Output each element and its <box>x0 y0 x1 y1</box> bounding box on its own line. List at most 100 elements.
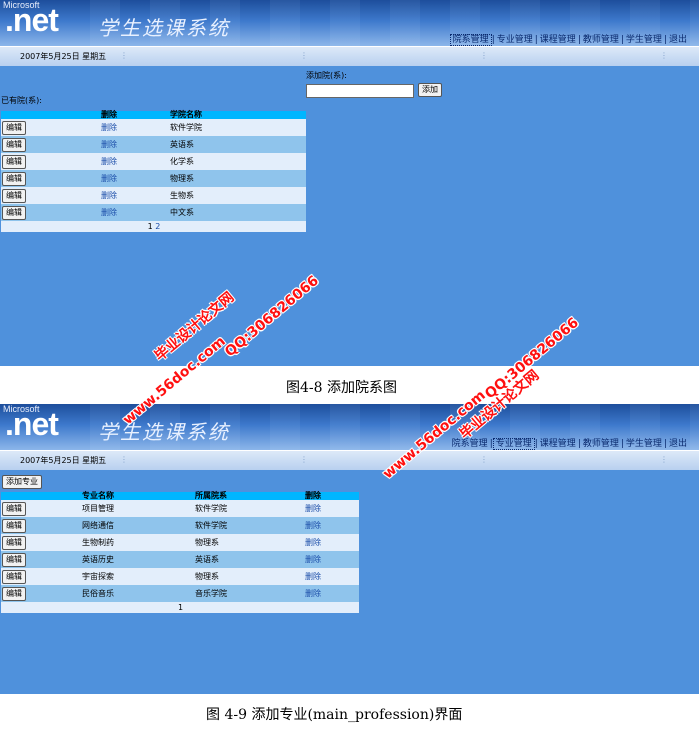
department-name: 物理系 <box>194 568 304 585</box>
department-name: 英语系 <box>169 136 306 153</box>
app-title: 学生选课系统 <box>98 16 230 40</box>
delete-link[interactable]: 删除 <box>305 555 321 564</box>
table-row: 编辑 删除 物理系 <box>1 170 306 187</box>
dotnet-logo: .net <box>5 406 59 442</box>
header-department: 所属院系 <box>194 492 304 500</box>
app-header: Microsoft .net 学生选课系统 院系管理 | 专业管理 | 课程管理 | 教师管… <box>0 404 699 450</box>
table-row: 编辑 网络通信 软件学院 删除 <box>1 517 359 534</box>
add-profession-button[interactable]: 添加专业 <box>2 475 42 489</box>
department-name: 生物系 <box>169 187 306 204</box>
delete-link[interactable]: 删除 <box>101 191 117 200</box>
header-edit <box>1 492 81 500</box>
nav-course[interactable]: 课程管理 <box>538 35 578 45</box>
add-department-button[interactable]: 添加 <box>418 83 442 97</box>
delete-link[interactable]: 删除 <box>305 504 321 513</box>
department-name-input[interactable] <box>306 84 414 98</box>
nav-profession[interactable]: 专业管理 <box>492 438 535 450</box>
header-delete: 删除 <box>304 492 359 500</box>
delete-link[interactable]: 删除 <box>101 140 117 149</box>
nav-department[interactable]: 院系管理 <box>450 439 490 449</box>
page-2-link[interactable]: 2 <box>155 222 160 231</box>
table-row: 编辑 删除 英语系 <box>1 136 306 153</box>
edit-button[interactable]: 编辑 <box>2 552 26 567</box>
table-header: 删除 学院名称 <box>1 111 306 119</box>
table-row: 编辑 生物制药 物理系 删除 <box>1 534 359 551</box>
header-name: 学院名称 <box>169 111 306 119</box>
edit-button[interactable]: 编辑 <box>2 188 26 203</box>
department-name: 英语系 <box>194 551 304 568</box>
table-row: 编辑 删除 化学系 <box>1 153 306 170</box>
delete-link[interactable]: 删除 <box>101 208 117 217</box>
delete-link[interactable]: 删除 <box>305 538 321 547</box>
date-bar: 2007年5月25日 星期五 ⋮ ⋮ ⋮ ⋮ <box>0 450 699 470</box>
existing-departments-label: 已有院(系): <box>1 96 42 105</box>
edit-button[interactable]: 编辑 <box>2 154 26 169</box>
divider: ⋮ <box>660 51 669 60</box>
nav-logout[interactable]: 退出 <box>667 439 689 449</box>
top-nav: 院系管理 | 专业管理 | 课程管理 | 教师管理 | 学生管理 | 退出 <box>450 438 689 450</box>
header-delete: 删除 <box>100 111 169 119</box>
delete-link[interactable]: 删除 <box>305 589 321 598</box>
department-name: 中文系 <box>169 204 306 221</box>
edit-button[interactable]: 编辑 <box>2 569 26 584</box>
nav-teacher[interactable]: 教师管理 <box>581 35 621 45</box>
nav-course[interactable]: 课程管理 <box>538 439 578 449</box>
delete-link[interactable]: 删除 <box>101 157 117 166</box>
nav-logout[interactable]: 退出 <box>667 35 689 45</box>
date-text: 2007年5月25日 星期五 <box>20 456 107 465</box>
screenshot-add-department: Microsoft .net 学生选课系统 院系管理 | 专业管理 | 课程管理 | 教师管… <box>0 0 699 366</box>
profession-name: 民俗音乐 <box>81 585 194 602</box>
profession-name: 项目管理 <box>81 500 194 517</box>
profession-name: 宇宙探索 <box>81 568 194 585</box>
nav-student[interactable]: 学生管理 <box>624 35 664 45</box>
table-row: 编辑 删除 软件学院 <box>1 119 306 136</box>
top-nav: 院系管理 | 专业管理 | 课程管理 | 教师管理 | 学生管理 | 退出 <box>449 32 689 46</box>
department-name: 物理系 <box>169 170 306 187</box>
department-name: 音乐学院 <box>194 585 304 602</box>
pager-row: 1 2 <box>1 221 306 232</box>
nav-profession[interactable]: 专业管理 <box>495 35 535 45</box>
edit-button[interactable]: 编辑 <box>2 137 26 152</box>
nav-department[interactable]: 院系管理 <box>449 34 492 46</box>
app-header: Microsoft .net 学生选课系统 院系管理 | 专业管理 | 课程管理 | 教师管… <box>0 0 699 46</box>
header-edit <box>1 111 100 119</box>
divider: ⋮ <box>120 51 129 60</box>
edit-button[interactable]: 编辑 <box>2 171 26 186</box>
delete-link[interactable]: 删除 <box>101 123 117 132</box>
divider: ⋮ <box>480 51 489 60</box>
page-1: 1 <box>147 222 153 231</box>
edit-button[interactable]: 编辑 <box>2 501 26 516</box>
pager-row: 1 <box>1 602 359 613</box>
screenshot-add-profession: Microsoft .net 学生选课系统 院系管理 | 专业管理 | 课程管理 | 教师管… <box>0 404 699 694</box>
department-table: 删除 学院名称 编辑 删除 软件学院 编辑 删除 英语系 编辑 删除 化学系 编… <box>1 111 306 232</box>
date-text: 2007年5月25日 星期五 <box>20 52 107 61</box>
edit-button[interactable]: 编辑 <box>2 205 26 220</box>
divider: ⋮ <box>480 455 489 464</box>
divider: ⋮ <box>660 455 669 464</box>
header-profession-name: 专业名称 <box>81 492 194 500</box>
department-name: 软件学院 <box>194 500 304 517</box>
profession-table: 专业名称 所属院系 删除 编辑 项目管理 软件学院 删除 编辑 网络通信 软件学… <box>1 492 359 613</box>
divider: ⋮ <box>120 455 129 464</box>
profession-name: 英语历史 <box>81 551 194 568</box>
edit-button[interactable]: 编辑 <box>2 586 26 601</box>
table-row: 编辑 民俗音乐 音乐学院 删除 <box>1 585 359 602</box>
divider: ⋮ <box>300 455 309 464</box>
date-bar: 2007年5月25日 星期五 ⋮ ⋮ ⋮ ⋮ <box>0 46 699 66</box>
edit-button[interactable]: 编辑 <box>2 518 26 533</box>
delete-link[interactable]: 删除 <box>101 174 117 183</box>
figure-caption-4-9: 图 4-9 添加专业(main_profession)界面 <box>206 707 463 723</box>
nav-teacher[interactable]: 教师管理 <box>581 439 621 449</box>
department-name: 物理系 <box>194 534 304 551</box>
delete-link[interactable]: 删除 <box>305 521 321 530</box>
add-department-label: 添加院(系): <box>306 71 347 80</box>
figure-caption-4-8: 图4-8 添加院系图 <box>286 380 397 396</box>
profession-name: 生物制药 <box>81 534 194 551</box>
edit-button[interactable]: 编辑 <box>2 535 26 550</box>
nav-student[interactable]: 学生管理 <box>624 439 664 449</box>
department-name: 软件学院 <box>169 119 306 136</box>
dotnet-logo: .net <box>5 2 59 38</box>
profession-name: 网络通信 <box>81 517 194 534</box>
delete-link[interactable]: 删除 <box>305 572 321 581</box>
edit-button[interactable]: 编辑 <box>2 120 26 135</box>
